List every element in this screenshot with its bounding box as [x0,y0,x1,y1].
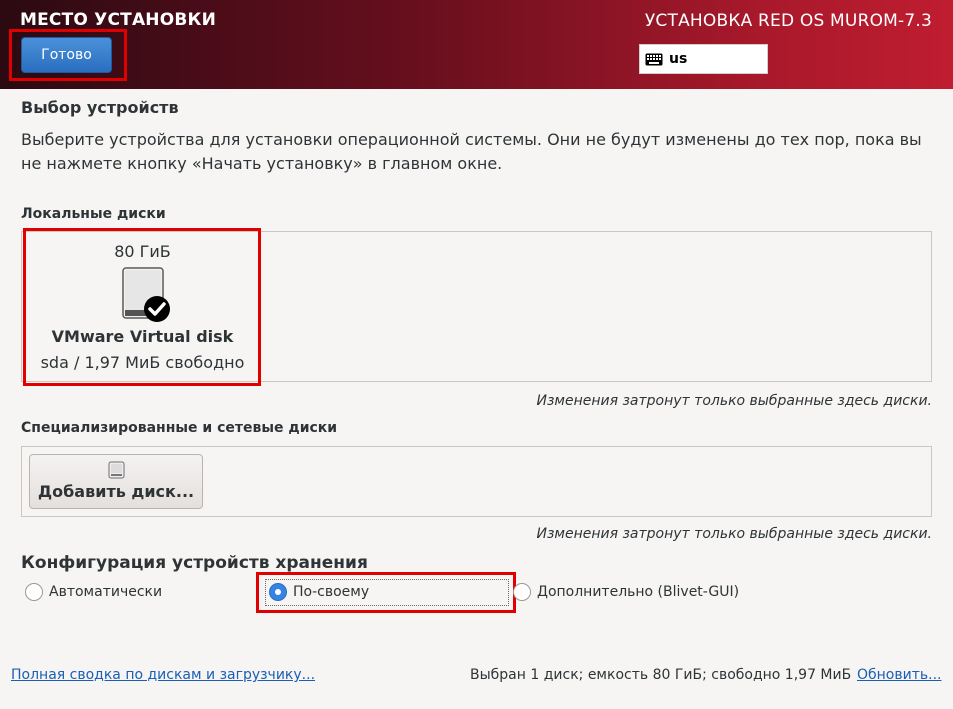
done-button[interactable]: Готово [21,37,112,73]
radio-advanced-label: Дополнительно (Blivet-GUI) [537,584,740,600]
radio-automatic-label: Автоматически [49,584,163,600]
radio-custom-label: По-своему [293,584,370,600]
radio-advanced[interactable]: Дополнительно (Blivet-GUI) [513,583,739,601]
radio-button-circle-selected [269,583,287,601]
disk-name: VMware Virtual disk [51,327,234,346]
add-disk-label: Добавить диск... [37,482,195,501]
hard-disk-icon [122,267,170,322]
special-disks-heading: Специализированные и сетевые диски [21,420,338,436]
selection-status: Выбран 1 диск; емкость 80 ГиБ; свободно … [470,667,852,683]
disk-add-icon [108,461,125,479]
disk-summary-link[interactable]: Полная сводка по дискам и загрузчику... [11,667,315,683]
local-disks-heading: Локальные диски [21,206,166,222]
page-title: МЕСТО УСТАНОВКИ [20,10,217,30]
add-disk-button[interactable]: Добавить диск... [29,454,203,509]
radio-button-circle [25,583,43,601]
device-selection-heading: Выбор устройств [21,98,179,117]
storage-config-heading: Конфигурация устройств хранения [21,553,368,573]
keyboard-layout-indicator[interactable]: us [639,44,768,74]
disk-size: 80 ГиБ [114,242,171,261]
radio-custom[interactable]: По-своему [269,583,369,601]
product-title: УСТАНОВКА RED OS MUROM-7.3 [644,11,932,31]
disk-tile-sda[interactable]: 80 ГиБ VMware Virtual disk sda / 1,97 Ми… [28,233,257,381]
keyboard-layout-label: us [669,51,688,67]
radio-automatic[interactable]: Автоматически [25,583,162,601]
radio-button-circle [513,583,531,601]
refresh-link[interactable]: Обновить... [857,667,941,683]
header-bar: МЕСТО УСТАНОВКИ УСТАНОВКА RED OS MUROM-7… [0,0,953,89]
keyboard-icon [645,53,663,65]
local-disks-note: Изменения затронут только выбранные здес… [536,393,933,409]
device-selection-description: Выберите устройства для установки операц… [21,130,922,173]
special-disks-note: Изменения затронут только выбранные здес… [536,526,933,542]
disk-free-space: sda / 1,97 МиБ свободно [40,353,245,372]
